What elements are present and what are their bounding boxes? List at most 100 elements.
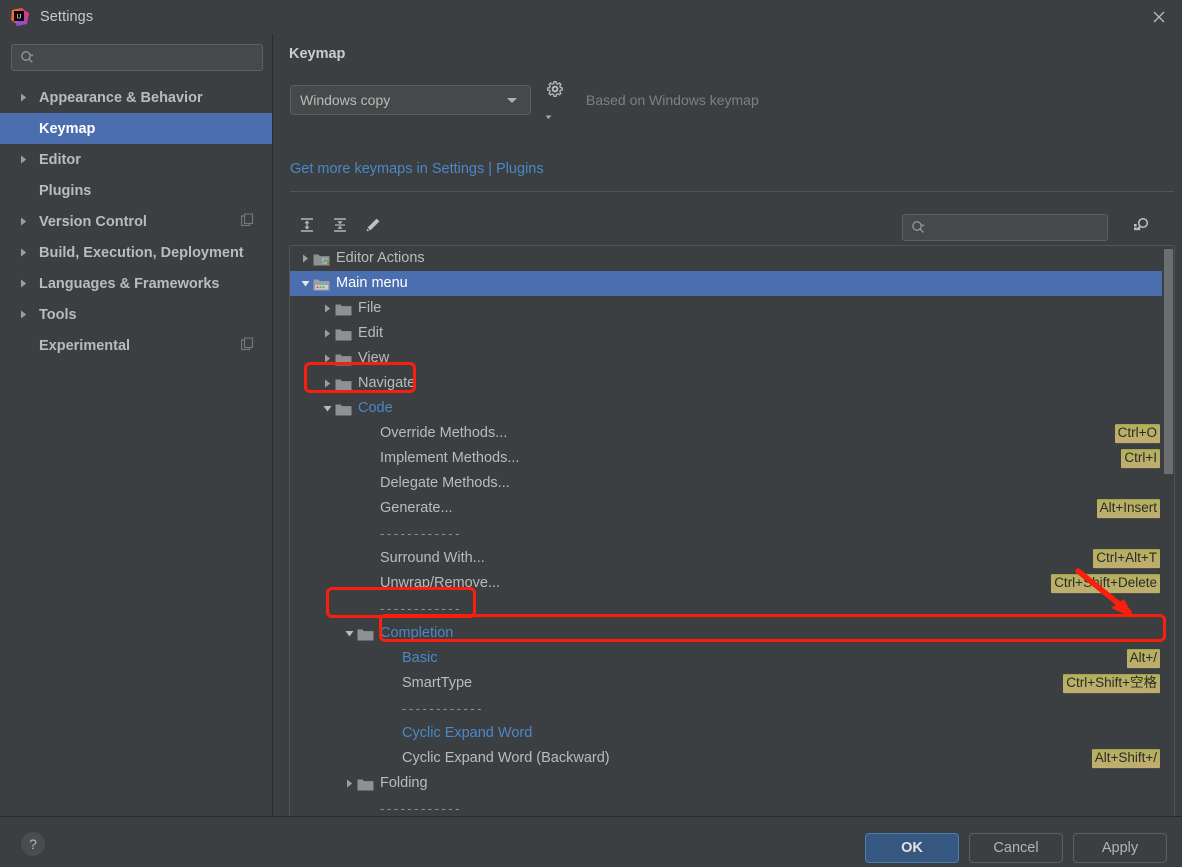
tree-row[interactable]: Main menu — [290, 271, 1174, 296]
intellij-idea-logo-icon: IJ — [10, 7, 30, 27]
sidebar-item-editor[interactable]: Editor — [0, 144, 272, 175]
folder-editor-actions-icon — [313, 252, 330, 266]
chevron-right-icon[interactable] — [319, 303, 335, 314]
sidebar-item-build-execution-deployment[interactable]: Build, Execution, Deployment — [0, 237, 272, 268]
tree-scrollbar[interactable] — [1162, 246, 1174, 822]
shortcut-badge: Ctrl+O — [1114, 423, 1160, 444]
apply-button[interactable]: Apply — [1073, 833, 1167, 863]
copy-icon — [240, 212, 254, 230]
sidebar-item-label: Languages & Frameworks — [39, 275, 220, 292]
chevron-right-icon[interactable] — [319, 378, 335, 389]
sidebar-item-version-control[interactable]: Version Control — [0, 206, 272, 237]
settings-sidebar: Appearance & Behavior Keymap Editor Plugins… — [0, 34, 273, 816]
expand-all-icon — [298, 216, 316, 239]
tree-row[interactable]: Surround With... Ctrl+Alt+T — [290, 546, 1174, 571]
tree-row-label: Code — [358, 400, 393, 417]
keymap-settings-gear-button[interactable] — [545, 80, 572, 119]
sidebar-item-label: Plugins — [39, 182, 92, 199]
tree-row-label: Cyclic Expand Word — [402, 725, 533, 742]
sidebar-item-keymap[interactable]: Keymap — [0, 113, 272, 144]
chevron-down-icon[interactable] — [319, 403, 335, 414]
tree-row[interactable]: Override Methods... Ctrl+O — [290, 421, 1174, 446]
sidebar-item-languages-frameworks[interactable]: Languages & Frameworks — [0, 268, 272, 299]
tree-row-label: Generate... — [380, 500, 453, 517]
folder-icon — [335, 402, 352, 416]
ok-button[interactable]: OK — [865, 833, 959, 863]
tree-row[interactable]: Implement Methods... Ctrl+I — [290, 446, 1174, 471]
cancel-button[interactable]: Cancel — [969, 833, 1063, 863]
sidebar-item-list: Appearance & Behavior Keymap Editor Plugins… — [0, 82, 272, 816]
tree-row[interactable]: Navigate — [290, 371, 1174, 396]
edit-shortcut-button[interactable] — [360, 214, 386, 240]
keymap-search-input[interactable] — [926, 215, 1114, 240]
sidebar-item-appearance-behavior[interactable]: Appearance & Behavior — [0, 82, 272, 113]
tree-row[interactable]: Folding — [290, 771, 1174, 796]
sidebar-search-box[interactable] — [11, 44, 263, 71]
tree-row-label: SmartType — [402, 675, 473, 692]
tree-row[interactable]: ------------ — [290, 596, 1174, 621]
tree-row-label: Edit — [358, 325, 383, 342]
find-by-shortcut-button[interactable] — [1128, 214, 1154, 240]
chevron-right-icon[interactable] — [297, 253, 313, 264]
close-icon[interactable] — [1136, 0, 1182, 34]
shortcut-badge: Ctrl+Shift+Delete — [1051, 573, 1160, 594]
find-by-shortcut-icon — [1131, 215, 1151, 240]
chevron-down-icon[interactable] — [341, 628, 357, 639]
dialog-footer: ? OK Cancel Apply https://blog.csdn.net/… — [0, 816, 1182, 867]
tree-separator: ------------ — [380, 601, 462, 616]
shortcut-badge: Ctrl+Shift+空格 — [1063, 673, 1160, 694]
tree-row-label: Basic — [402, 650, 438, 667]
sidebar-item-label: Version Control — [39, 213, 147, 230]
tree-row-label: Main menu — [336, 275, 408, 292]
chevron-right-icon — [18, 92, 32, 103]
folder-icon — [335, 302, 352, 316]
tree-row[interactable]: Cyclic Expand Word — [290, 721, 1174, 746]
chevron-right-icon — [18, 309, 32, 320]
tree-row[interactable]: ------------ — [290, 696, 1174, 721]
help-button[interactable]: ? — [21, 832, 45, 856]
shortcut-badge: Alt+Shift+/ — [1091, 748, 1160, 769]
tree-row[interactable]: Completion — [290, 621, 1174, 646]
keymap-panel: Keymap Windows copy Based on Windows key… — [273, 34, 1182, 823]
chevron-down-icon[interactable] — [297, 278, 313, 289]
tree-row[interactable]: Generate... Alt+Insert — [290, 496, 1174, 521]
get-more-keymaps-link[interactable]: Get more keymaps in Settings | Plugins — [290, 161, 544, 177]
sidebar-item-label: Keymap — [39, 120, 96, 137]
search-icon — [911, 220, 926, 235]
tree-row[interactable]: Code — [290, 396, 1174, 421]
chevron-right-icon[interactable] — [319, 353, 335, 364]
chevron-right-icon[interactable] — [319, 328, 335, 339]
tree-row[interactable]: File — [290, 296, 1174, 321]
tree-row-label: Implement Methods... — [380, 450, 520, 467]
sidebar-item-plugins[interactable]: Plugins — [0, 175, 272, 206]
tree-scrollbar-thumb[interactable] — [1164, 249, 1173, 474]
sidebar-item-experimental[interactable]: Experimental — [0, 330, 272, 361]
tree-row[interactable]: View — [290, 346, 1174, 371]
tree-row[interactable]: Delegate Methods... — [290, 471, 1174, 496]
collapse-all-button[interactable] — [327, 214, 353, 240]
keymap-tree[interactable]: Editor Actions Main menu File Edit View Navig… — [289, 245, 1175, 823]
tree-row[interactable]: Basic Alt+/ — [290, 646, 1174, 671]
sidebar-item-label: Experimental — [39, 337, 131, 354]
keymap-select[interactable]: Windows copy — [290, 85, 531, 115]
tree-row[interactable]: SmartType Ctrl+Shift+空格 — [290, 671, 1174, 696]
tree-row[interactable]: Unwrap/Remove... Ctrl+Shift+Delete — [290, 571, 1174, 596]
tree-row[interactable]: Edit — [290, 321, 1174, 346]
chevron-down-icon — [506, 91, 518, 109]
keymap-search-box[interactable] — [902, 214, 1114, 241]
keymap-select-value: Windows copy — [300, 92, 391, 108]
tree-row[interactable]: Cyclic Expand Word (Backward) Alt+Shift+/ — [290, 746, 1174, 771]
tree-row[interactable]: Editor Actions — [290, 246, 1174, 271]
folder-icon — [335, 377, 352, 391]
sidebar-search-input[interactable] — [35, 45, 262, 70]
chevron-right-icon[interactable] — [341, 778, 357, 789]
expand-all-button[interactable] — [294, 214, 320, 240]
tree-separator: ------------ — [380, 801, 462, 816]
tree-row[interactable]: ------------ — [290, 521, 1174, 546]
sidebar-item-tools[interactable]: Tools — [0, 299, 272, 330]
window-title: Settings — [40, 9, 94, 25]
based-on-label: Based on Windows keymap — [586, 92, 759, 108]
folder-icon — [335, 327, 352, 341]
page-title: Keymap — [289, 46, 346, 62]
chevron-right-icon — [18, 247, 32, 258]
